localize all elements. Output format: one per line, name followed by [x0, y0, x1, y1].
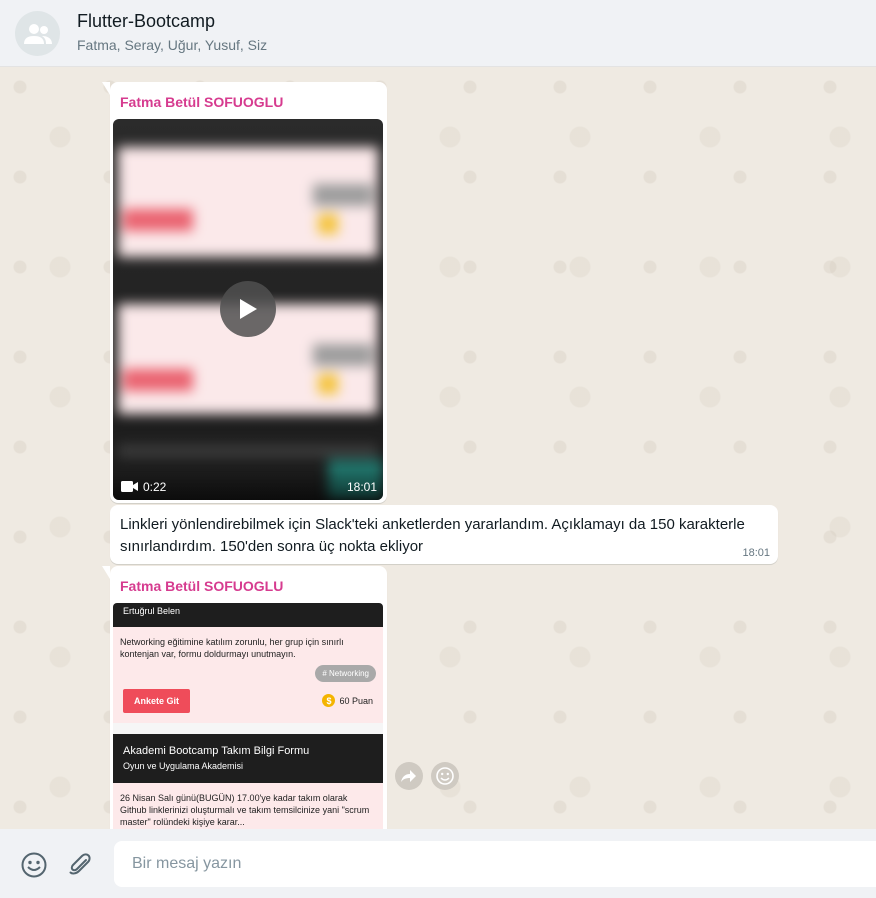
message-sender[interactable]: Fatma Betül SOFUOGLU — [120, 94, 283, 110]
card-body: Networking eğitimine katılım zorunlu, he… — [113, 627, 383, 723]
emoji-button[interactable] — [20, 851, 48, 879]
survey-button: Ankete Git — [123, 689, 190, 713]
video-camera-icon — [121, 481, 138, 492]
bubble-tail — [102, 82, 110, 95]
chat-area[interactable]: Fatma Betül SOFUOGLU 0:22 18:01 Linkleri… — [0, 67, 876, 829]
forward-button[interactable] — [395, 762, 423, 790]
card-description: Networking eğitimine katılım zorunlu, he… — [120, 637, 344, 659]
chat-header[interactable]: Flutter-Bootcamp Fatma, Seray, Uğur, Yus… — [0, 0, 876, 67]
group-icon — [23, 23, 52, 44]
points-label: 60 Puan — [339, 695, 373, 706]
card-header: Ertuğrul Belen — [113, 603, 383, 627]
video-meta: 0:22 18:01 — [113, 470, 383, 500]
message-time: 18:01 — [346, 480, 377, 494]
points: $ 60 Puan — [322, 694, 373, 707]
play-icon — [240, 299, 257, 319]
message-input[interactable] — [114, 841, 876, 887]
chat-members: Fatma, Seray, Uğur, Yusuf, Siz — [77, 37, 268, 53]
attach-icon — [69, 853, 91, 875]
bubble-tail — [102, 566, 110, 579]
group-avatar[interactable] — [15, 11, 60, 56]
tag-chip: # Networking — [315, 665, 376, 682]
card-subtitle: Oyun ve Uygulama Akademisi — [123, 761, 244, 771]
text-message: Linkleri yönlendirebilmek için Slack'tek… — [110, 505, 778, 564]
card-title: Akademi Bootcamp Takım Bilgi Formu — [123, 745, 310, 757]
message-body: Linkleri yönlendirebilmek için Slack'tek… — [120, 516, 745, 555]
image-message: Fatma Betül SOFUOGLU Ertuğrul Belen Netw… — [102, 566, 387, 829]
image-attachment[interactable]: Ertuğrul Belen Networking eğitimine katı… — [113, 603, 383, 829]
composer — [0, 829, 876, 898]
video-thumbnail[interactable]: 0:22 18:01 — [113, 119, 383, 500]
message-sender[interactable]: Fatma Betül SOFUOGLU — [120, 578, 283, 594]
forward-icon — [401, 770, 416, 782]
emoji-icon — [21, 852, 47, 878]
react-button[interactable] — [431, 762, 459, 790]
card-header: Akademi Bootcamp Takım Bilgi Formu Oyun … — [113, 734, 383, 783]
play-button[interactable] — [220, 281, 276, 337]
message-time: 18:01 — [742, 547, 770, 559]
emoji-icon — [436, 767, 454, 785]
card-body: 26 Nisan Salı günü(BUGÜN) 17.00'ye kadar… — [113, 783, 383, 829]
video-duration: 0:22 — [143, 480, 167, 494]
chat-title[interactable]: Flutter-Bootcamp — [77, 11, 215, 32]
attach-button[interactable] — [66, 851, 94, 879]
coin-icon: $ — [322, 694, 336, 707]
card-author: Ertuğrul Belen — [123, 606, 181, 616]
video-message: Fatma Betül SOFUOGLU 0:22 18:01 — [102, 82, 387, 503]
card-description: 26 Nisan Salı günü(BUGÜN) 17.00'ye kadar… — [120, 793, 370, 827]
